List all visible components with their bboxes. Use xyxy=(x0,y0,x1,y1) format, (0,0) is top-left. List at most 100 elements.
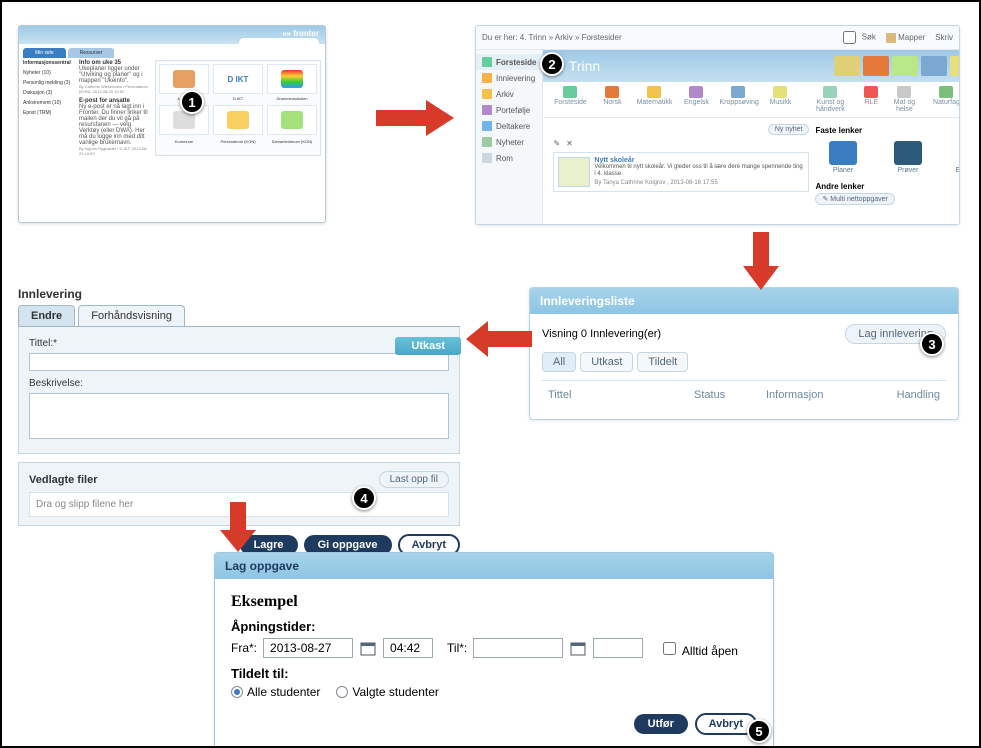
deltakere-icon xyxy=(482,121,492,131)
innlevering-icon xyxy=(482,73,492,83)
p2-side-deltakere[interactable]: Deltakere xyxy=(476,118,542,134)
p4-title: Innlevering xyxy=(18,287,460,301)
portefolje-icon xyxy=(482,105,492,115)
lbl-drammen: Drammensskolen xyxy=(267,96,317,101)
pill-all[interactable]: All xyxy=(542,352,576,372)
sok-label: Søk xyxy=(862,33,876,42)
mapper-label[interactable]: Mapper xyxy=(898,33,925,42)
edit-icon[interactable]: ✎ xyxy=(553,139,560,148)
p2-side-portefolje[interactable]: Portefølje xyxy=(476,102,542,118)
p2-sidebar: Forsteside Innlevering Arkiv Portefølje … xyxy=(476,50,543,225)
subj-naturfag[interactable]: Naturfag xyxy=(927,86,960,113)
label-beskrivelse: Beskrivelse: xyxy=(29,378,83,389)
hero-thumbs xyxy=(834,56,960,76)
sok-checkbox[interactable] xyxy=(843,31,856,44)
vedlagte-label: Vedlagte filer xyxy=(29,474,97,486)
news-body: Velkommen til nytt skoleår. Vi gleder os… xyxy=(594,164,804,178)
subj-matematikk[interactable]: Matematikk xyxy=(635,86,673,113)
col-info: Informasjon xyxy=(762,383,872,407)
last-opp-button[interactable]: Last opp fil xyxy=(379,471,449,488)
room-drammen[interactable] xyxy=(267,64,317,94)
col-status: Status xyxy=(690,383,760,407)
calendar-icon-1[interactable] xyxy=(359,639,377,657)
step1-sidebar: Informasjonssentral Nyheter (10) Personl… xyxy=(23,60,75,156)
innlevering-table: Tittel Status Informasjon Handling xyxy=(542,380,946,409)
side-nyheter[interactable]: Nyheter (10) xyxy=(23,70,75,76)
panel-innleveringsliste: Innleveringsliste Visning 0 Innlevering(… xyxy=(529,287,959,420)
p2-side-nyheter[interactable]: Nyheter xyxy=(476,134,542,150)
utfor-button[interactable]: Utfør xyxy=(634,714,688,734)
rom-icon xyxy=(482,153,492,163)
info-header: Informasjonssentral xyxy=(23,60,75,66)
subj-kunst[interactable]: Kunst og håndverk xyxy=(803,86,857,113)
fast-elevmappe[interactable]: Elevmappe xyxy=(945,141,960,174)
nyheter-icon xyxy=(482,137,492,147)
news1-by: By Cathrine Wiesemann i Personalrom (KON… xyxy=(79,84,151,94)
room-dikt[interactable]: D IKT xyxy=(213,64,263,94)
close-icon[interactable]: ✕ xyxy=(566,139,573,148)
beskrivelse-textarea[interactable] xyxy=(29,393,449,439)
news1-body: Ukeplaner ligger under "Utviking og plan… xyxy=(79,66,151,84)
tab-endre[interactable]: Endre xyxy=(18,305,75,326)
p5-title: Lag oppgave xyxy=(215,553,773,579)
side-ankvirement[interactable]: Ankvirement (10) xyxy=(23,100,75,106)
news-title[interactable]: Nytt skoleår xyxy=(594,157,804,164)
room-4trinn[interactable] xyxy=(159,64,209,94)
pill-tildelt[interactable]: Tildelt xyxy=(637,352,688,372)
news-by: By Tanya Cathrine Kolgrov , 2013-08-16 1… xyxy=(594,180,804,186)
apning-label: Åpningstider: xyxy=(231,619,757,634)
eksempel-heading: Eksempel xyxy=(231,593,757,611)
fast-planer[interactable]: Planer xyxy=(815,141,870,174)
multi-link[interactable]: ✎ Multi nettoppgaver xyxy=(815,193,894,205)
tildel-label: Tildelt til: xyxy=(231,666,757,681)
til-date-input[interactable] xyxy=(473,638,563,658)
radio-alle[interactable]: Alle studenter xyxy=(231,685,320,699)
utkast-flag: Utkast xyxy=(395,337,461,355)
p2-side-rom[interactable]: Rom xyxy=(476,150,542,166)
til-time-input[interactable] xyxy=(593,638,643,658)
lbl-dikt: D-IKT xyxy=(213,96,263,101)
side-diskusjon[interactable]: Diskusjon (3) xyxy=(23,90,75,96)
fra-time-input[interactable] xyxy=(383,638,433,658)
home-icon xyxy=(482,57,492,67)
lbl-samarbeid: Samarbeidsrom (KON) xyxy=(267,139,317,144)
subj-mat[interactable]: Mat og helse xyxy=(885,86,923,113)
ny-nyhet-button[interactable]: Ny nyhet xyxy=(768,124,810,135)
room-samarbeid[interactable] xyxy=(267,105,317,135)
col-handling: Handling xyxy=(874,383,944,407)
step-badge-1: 1 xyxy=(180,90,204,114)
p2-side-forsteside[interactable]: Forsteside xyxy=(476,54,542,70)
subject-nav: Forsteside Norsk Matematikk Engelsk Krop… xyxy=(543,82,960,118)
subj-kroppsoving[interactable]: Kroppsøving xyxy=(719,86,757,113)
subj-norsk[interactable]: Norsk xyxy=(593,86,631,113)
step-badge-2: 2 xyxy=(540,52,564,76)
subj-musikk[interactable]: Musikk xyxy=(761,86,799,113)
tab-ressurser[interactable]: Ressurser xyxy=(68,48,115,58)
p2-side-innlevering[interactable]: Innlevering xyxy=(476,70,542,86)
label-tittel: Tittel:* xyxy=(29,338,57,349)
radio-valgte[interactable]: Valgte studenter xyxy=(336,685,439,699)
breadcrumb: Du er her: 4. Trinn » Arkiv » Forsteside… xyxy=(482,33,622,42)
mapper-icon xyxy=(886,33,896,43)
fra-date-input[interactable] xyxy=(263,638,353,658)
side-epost[interactable]: Epost (TRM) xyxy=(23,110,75,116)
arkiv-icon xyxy=(482,89,492,99)
tittel-input[interactable] xyxy=(29,353,449,371)
calendar-icon-2[interactable] xyxy=(569,639,587,657)
tab-minside[interactable]: Min side xyxy=(23,48,66,58)
subj-forsteside[interactable]: Forsteside xyxy=(551,86,589,113)
p2-side-arkiv[interactable]: Arkiv xyxy=(476,86,542,102)
alltid-checkbox[interactable] xyxy=(663,642,676,655)
pill-utkast[interactable]: Utkast xyxy=(580,352,633,372)
lbl-kommune: Kommune xyxy=(159,139,209,144)
skriv-label[interactable]: Skriv xyxy=(935,33,953,42)
subj-rle[interactable]: RLE xyxy=(861,86,881,113)
tab-forhand[interactable]: Forhåndsvisning xyxy=(78,305,185,326)
fast-prover[interactable]: Prøver xyxy=(880,141,935,174)
alltid-label: Alltid åpen xyxy=(682,644,738,658)
subj-engelsk[interactable]: Engelsk xyxy=(677,86,715,113)
step-badge-4: 4 xyxy=(352,486,376,510)
room-personal[interactable] xyxy=(213,105,263,135)
lbl-personal: Personalrom (KON) xyxy=(213,139,263,144)
side-melding[interactable]: Personlig melding (3) xyxy=(23,80,75,86)
